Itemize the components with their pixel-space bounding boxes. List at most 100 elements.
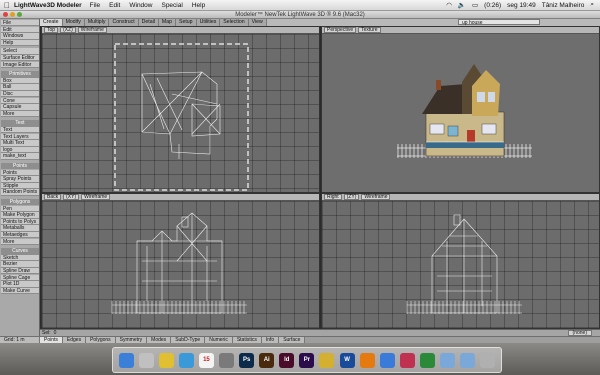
- right-view-wireframe: [406, 214, 522, 314]
- sidebar-btn-sketch[interactable]: Sketch: [1, 254, 39, 262]
- lightwave-icon[interactable]: [319, 352, 335, 368]
- sidebar-btn-plot-1d[interactable]: Plot 1D: [1, 281, 39, 288]
- minimize-window-icon[interactable]: [10, 12, 15, 17]
- sidebar-btn-box[interactable]: Box: [1, 77, 39, 85]
- layer-select[interactable]: up house: [458, 19, 540, 26]
- viewport-top-view-select[interactable]: Top: [44, 27, 59, 33]
- sidebar-btn-spray-points[interactable]: Spray Points: [1, 176, 39, 183]
- window-titlebar: Modeler™ NewTek LightWave 3D ® 9.6 (Mac3…: [0, 11, 600, 19]
- downloads-icon[interactable]: [460, 352, 476, 368]
- sidebar-btn-metaballs[interactable]: Metaballs: [1, 225, 39, 232]
- viewport-back-view-select[interactable]: Back: [44, 194, 62, 200]
- sidebar-btn-random-points[interactable]: Random Points: [1, 189, 39, 196]
- pinwheel-icon[interactable]: [399, 352, 415, 368]
- apple-menu-icon[interactable]: : [0, 1, 14, 10]
- sidebar-btn-windows[interactable]: Windows: [1, 33, 39, 40]
- premiere-icon[interactable]: Pr: [299, 352, 315, 368]
- tab-selection[interactable]: Selection: [220, 19, 249, 26]
- itunes-icon[interactable]: [219, 352, 235, 368]
- clock[interactable]: seg 19:49: [507, 2, 536, 9]
- viewport-perspective-view-select[interactable]: Perspective: [324, 27, 357, 33]
- menu-edit[interactable]: Edit: [109, 2, 120, 9]
- spotlight-icon[interactable]: ⌕: [590, 1, 594, 9]
- viewport-perspective[interactable]: Perspective Texture: [321, 26, 600, 193]
- chrome-icon[interactable]: [158, 352, 174, 368]
- app-menu[interactable]: LightWave3D Modeler: [14, 2, 82, 9]
- menu-special[interactable]: Special: [161, 2, 182, 9]
- tab-modify[interactable]: Modify: [62, 19, 85, 26]
- wifi-icon[interactable]: ◠: [446, 1, 452, 9]
- calendar-icon[interactable]: 15: [198, 352, 214, 368]
- photoshop-icon[interactable]: Ps: [239, 352, 255, 368]
- sidebar-btn-help[interactable]: Help: [1, 39, 39, 47]
- user-name[interactable]: Tâniz Malheiro: [542, 2, 585, 9]
- sidebar-btn-text[interactable]: Text: [1, 127, 39, 134]
- viewport-top-canvas[interactable]: [42, 34, 319, 192]
- preview-icon[interactable]: [138, 352, 154, 368]
- menu-window[interactable]: Window: [129, 2, 152, 9]
- tab-multiply[interactable]: Multiply: [84, 19, 110, 26]
- sidebar-btn-surface-editor[interactable]: Surface Editor: [1, 55, 39, 62]
- grid-value: 1 m: [16, 336, 25, 343]
- viewport-right[interactable]: Right (ZY) Wireframe: [321, 193, 600, 329]
- sidebar-btn-points-to-polys[interactable]: Points to Polys: [1, 218, 39, 226]
- tab-create[interactable]: Create: [40, 19, 63, 26]
- sidebar-btn-select[interactable]: Select: [1, 48, 39, 55]
- viewport-perspective-mode[interactable]: Texture: [358, 27, 381, 33]
- sidebar-btn-spline-draw[interactable]: Spline Draw: [1, 268, 39, 275]
- finder-icon[interactable]: [118, 352, 134, 368]
- lightwave-layout-icon[interactable]: [419, 352, 435, 368]
- sidebar-btn-multi-text[interactable]: Multi Text: [1, 140, 39, 147]
- sidebar-btn-make-curve[interactable]: Make Curve: [1, 287, 39, 295]
- sidebar-btn-file[interactable]: File: [1, 20, 39, 27]
- sidebar-btn-make-text[interactable]: make_text: [1, 153, 39, 160]
- sidebar-section-curves: Curves: [1, 248, 39, 255]
- sidebar-btn-stipple[interactable]: Stipple: [1, 182, 39, 190]
- sidebar-btn-edit[interactable]: Edit: [1, 26, 39, 33]
- battery-icon[interactable]: ▭: [472, 1, 478, 9]
- sidebar-btn-image-editor[interactable]: Image Editor: [1, 61, 39, 68]
- sidebar-btn-metaedges[interactable]: Metaedges: [1, 232, 39, 239]
- trash-icon[interactable]: [480, 352, 496, 368]
- sidebar-btn-bezier[interactable]: Bezier: [1, 261, 39, 268]
- tab-detail[interactable]: Detail: [138, 19, 159, 26]
- zoom-window-icon[interactable]: [17, 12, 22, 17]
- volume-icon[interactable]: 🔈: [458, 1, 466, 9]
- tab-setup[interactable]: Setup: [176, 19, 197, 26]
- tab-view[interactable]: View: [248, 19, 267, 26]
- safari-icon[interactable]: [178, 352, 194, 368]
- tab-utilities[interactable]: Utilities: [196, 19, 221, 26]
- sidebar-btn-capsule[interactable]: Capsule: [1, 104, 39, 111]
- word-icon[interactable]: W: [339, 352, 355, 368]
- menu-help[interactable]: Help: [192, 2, 205, 9]
- sidebar-btn-text-layers[interactable]: Text Layers: [1, 133, 39, 140]
- sidebar-btn-more[interactable]: More: [1, 238, 39, 245]
- illustrator-icon[interactable]: Ai: [259, 352, 275, 368]
- tab-map[interactable]: Map: [158, 19, 177, 26]
- sidebar-btn-ball[interactable]: Ball: [1, 84, 39, 91]
- sidebar-btn-spline-cage[interactable]: Spline Cage: [1, 274, 39, 281]
- viewport-perspective-canvas[interactable]: [322, 34, 599, 192]
- sidebar-btn-logo[interactable]: logo: [1, 146, 39, 154]
- sidebar-btn-cone[interactable]: Cone: [1, 97, 39, 104]
- viewport-back-canvas[interactable]: [42, 201, 319, 328]
- sidebar-btn-make-polygon[interactable]: Make Polygon: [1, 212, 39, 219]
- tab-construct[interactable]: Construct: [109, 19, 139, 26]
- sidebar-btn-points[interactable]: Points: [1, 169, 39, 176]
- sidebar-btn-disc[interactable]: Disc: [1, 91, 39, 98]
- viewport-right-canvas[interactable]: [322, 201, 599, 328]
- vlc-icon[interactable]: [359, 352, 375, 368]
- viewport-right-view-select[interactable]: Right: [324, 194, 342, 200]
- menu-file[interactable]: File: [90, 2, 100, 9]
- viewport-right-mode[interactable]: Wireframe: [361, 194, 391, 200]
- viewport-back[interactable]: Back (XY) Wireframe: [41, 193, 320, 329]
- viewport-top[interactable]: Top (XZ) Wireframe: [41, 26, 320, 193]
- sidebar-btn-pen[interactable]: Pen: [1, 205, 39, 212]
- viewport-top-mode[interactable]: Wireframe: [77, 27, 107, 33]
- viewport-back-mode[interactable]: Wireframe: [81, 194, 111, 200]
- folder-icon[interactable]: [440, 352, 456, 368]
- indesign-icon[interactable]: Id: [279, 352, 295, 368]
- sidebar-btn-more[interactable]: More: [1, 110, 39, 118]
- app-store-icon[interactable]: [379, 352, 395, 368]
- close-window-icon[interactable]: [3, 12, 8, 17]
